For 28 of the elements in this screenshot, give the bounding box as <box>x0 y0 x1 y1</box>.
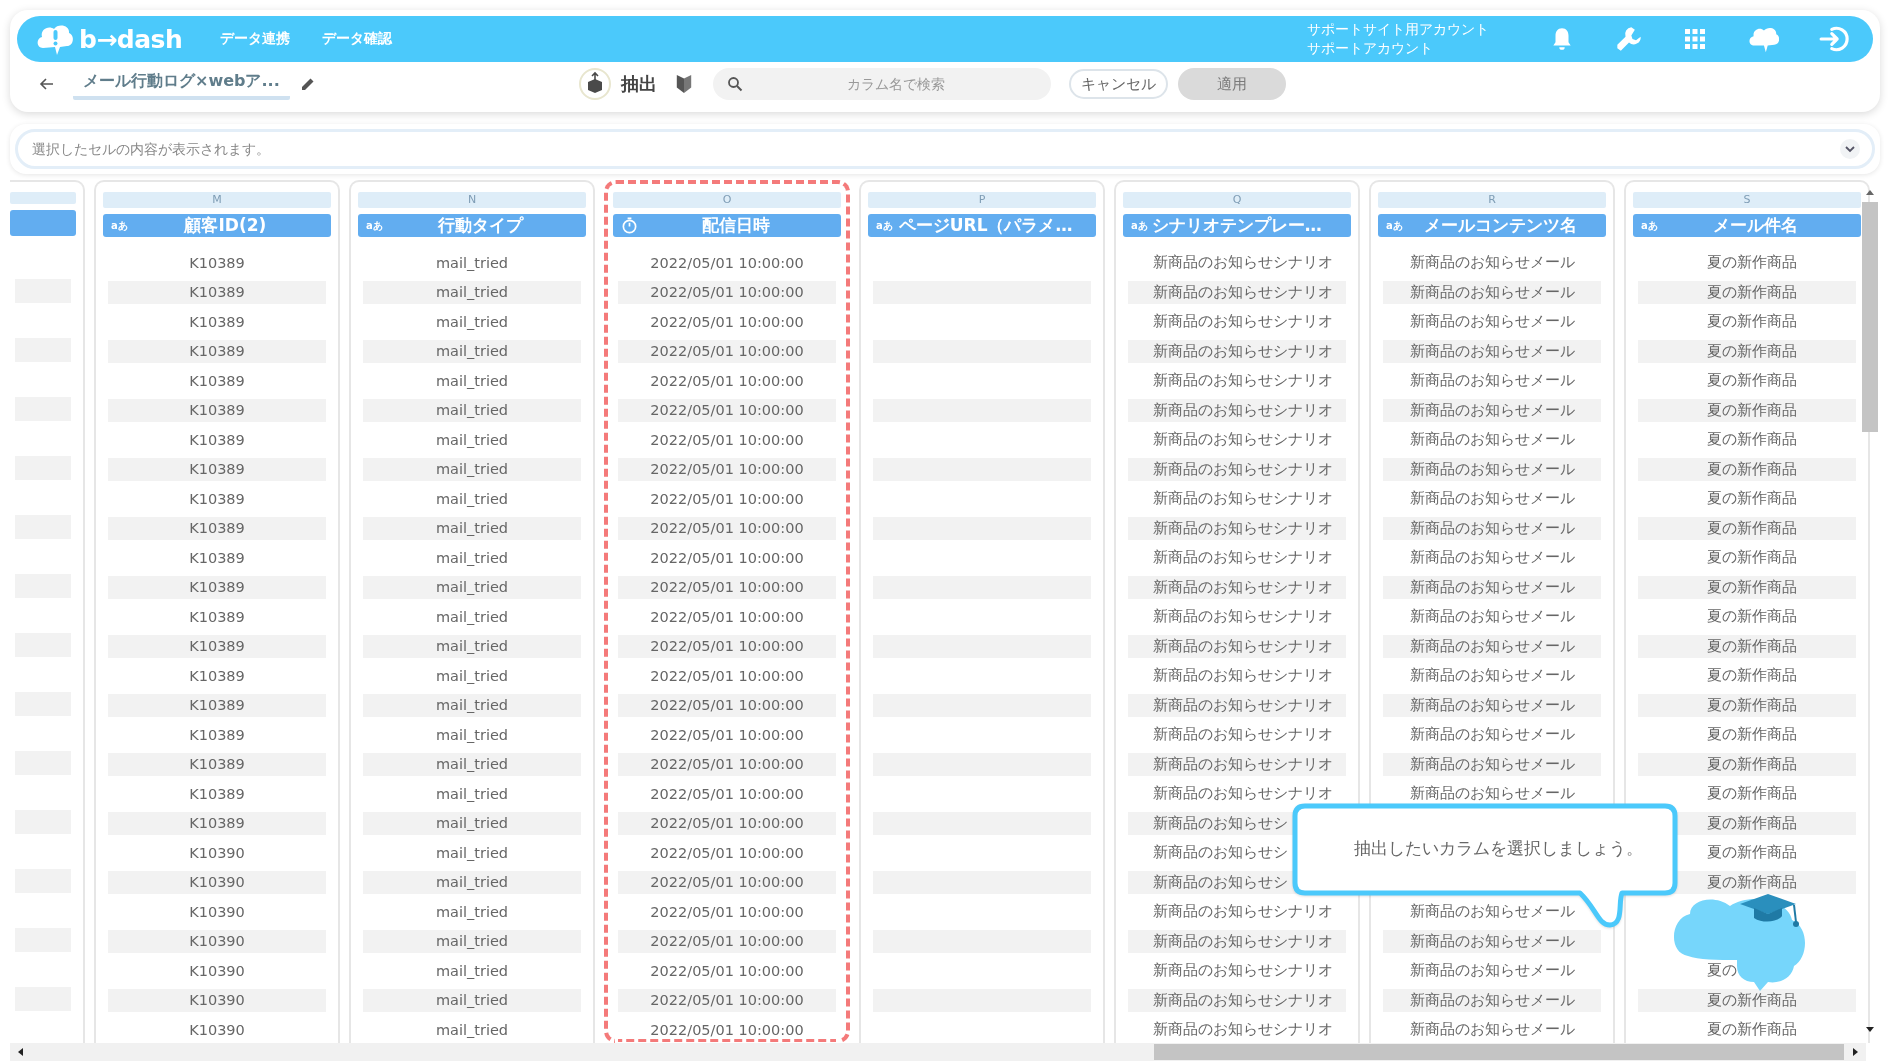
cell-content-field[interactable]: 選択したセルの内容が表示されます。 <box>15 129 1875 169</box>
text-type-label: aあ <box>876 218 893 233</box>
column-name: 顧客ID(2) <box>183 214 268 237</box>
column-name: メールコンテンツ名 <box>1422 214 1578 237</box>
column-letter: N <box>358 192 586 208</box>
column-name: シナリオテンプレー… <box>1151 214 1323 237</box>
column-name: メール件名 <box>1711 214 1799 237</box>
column-search-field[interactable]: カラム名で検索 <box>713 68 1051 100</box>
text-type-label: aあ <box>1641 218 1658 233</box>
account-name: サポートアカウント <box>1307 39 1434 58</box>
extract-label: 抽出 <box>621 72 657 96</box>
column-letter: S <box>1633 192 1861 208</box>
column-name: ページURL（パラメ… <box>898 214 1074 237</box>
text-type-label: aあ <box>1131 218 1148 233</box>
cancel-button[interactable]: キャンセル <box>1069 69 1168 99</box>
column-letter: P <box>868 192 1096 208</box>
account-name: サポートサイト用アカウント <box>1307 20 1489 39</box>
column-name: 配信日時 <box>700 214 771 237</box>
column-letter: Q <box>1123 192 1351 208</box>
column-letter: R <box>1378 192 1606 208</box>
text-type-label: aあ <box>366 218 383 233</box>
sheet-title-link[interactable]: メール行動ログ×webア... <box>73 68 290 100</box>
text-type-label: aあ <box>111 218 128 233</box>
logo-text: b→dash <box>79 24 183 54</box>
column-letter: M <box>103 192 331 208</box>
column-letter: O <box>613 192 841 208</box>
text-type-label: aあ <box>1386 218 1403 233</box>
column-name: 行動タイプ <box>436 214 525 237</box>
